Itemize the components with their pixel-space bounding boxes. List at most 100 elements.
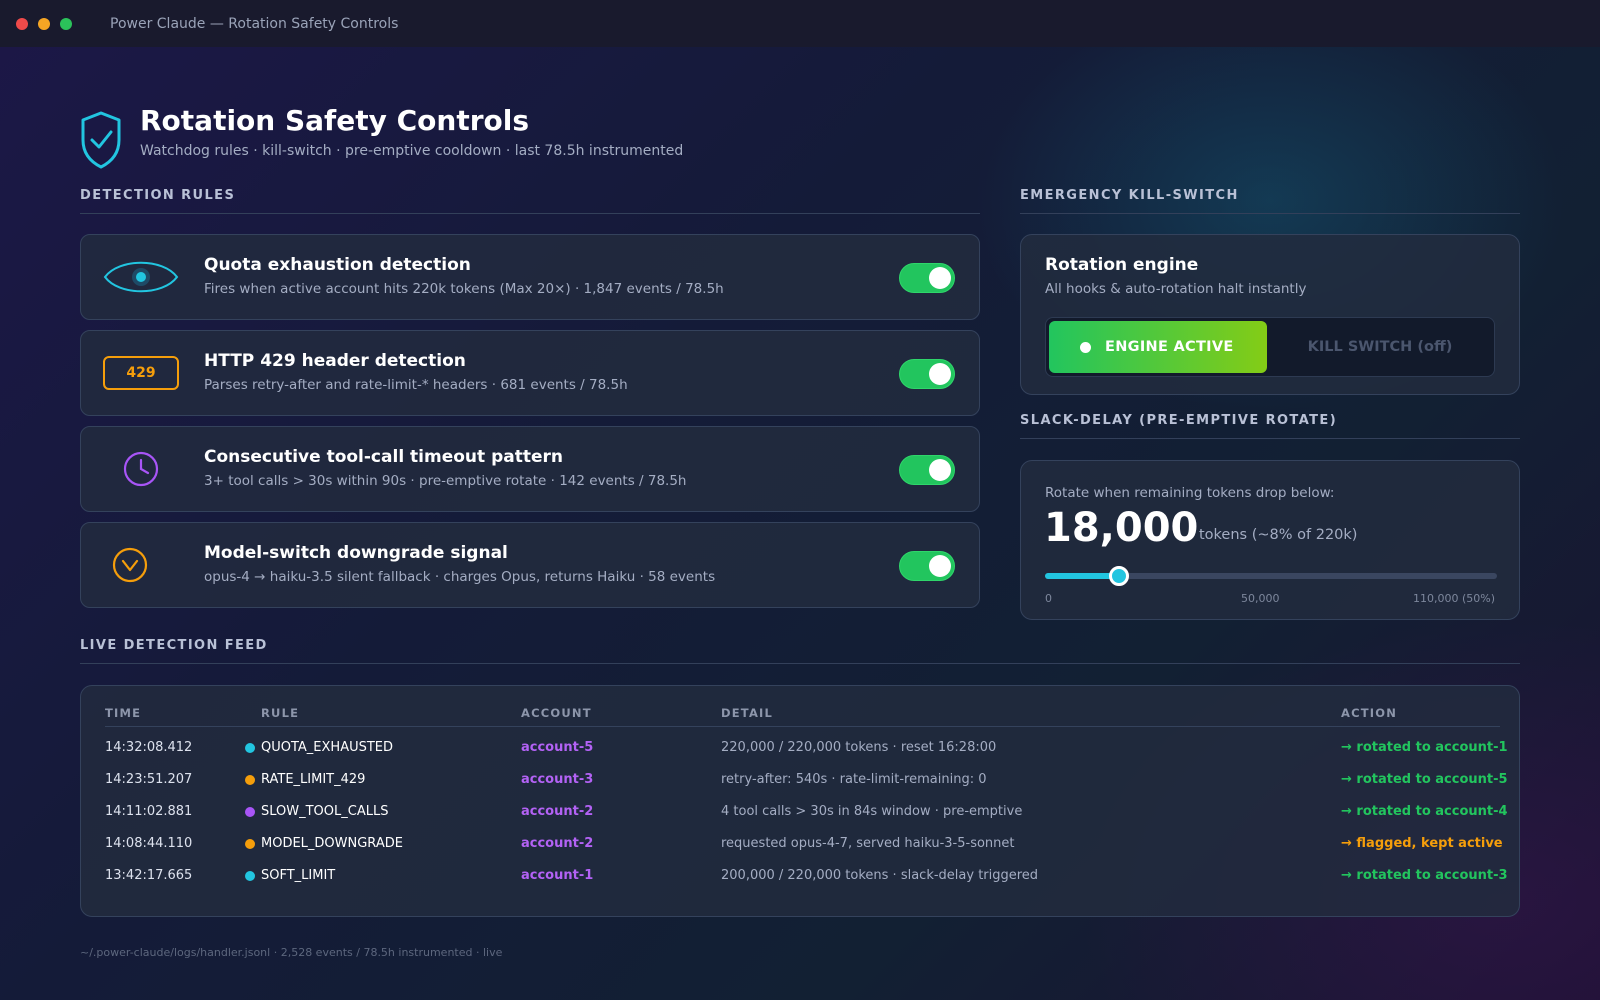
event-account[interactable]: account-1 <box>521 868 593 883</box>
table-row[interactable]: 14:23:51.207 RATE_LIMIT_429 account-3 re… <box>105 768 1515 792</box>
slack-delay-heading: SLACK-DELAY (PRE-EMPTIVE ROTATE) <box>1020 413 1338 428</box>
table-row[interactable]: 14:11:02.881 SLOW_TOOL_CALLS account-2 4… <box>105 800 1515 824</box>
page-subtitle: Watchdog rules · kill-switch · pre-empti… <box>140 143 684 159</box>
rule-dot-icon <box>245 839 255 849</box>
rule-name: Quota exhaustion detection <box>204 255 471 275</box>
status-code-badge: 429 <box>103 343 179 403</box>
toggle-knob <box>929 555 951 577</box>
clock-icon <box>103 439 179 499</box>
minimize-window-button[interactable] <box>38 18 50 30</box>
status-dot-icon <box>1080 341 1091 353</box>
kill-switch-panel: Rotation engine All hooks & auto-rotatio… <box>1020 234 1520 395</box>
section-divider <box>1020 213 1520 214</box>
event-time: 14:32:08.412 <box>105 740 193 755</box>
event-action: → rotated to account-4 <box>1341 804 1508 819</box>
timeout-rule-toggle[interactable] <box>899 455 955 485</box>
slack-delay-panel: Rotate when remaining tokens drop below:… <box>1020 460 1520 620</box>
event-rule: SOFT_LIMIT <box>261 868 336 883</box>
chevron-down-circle-icon <box>103 535 179 595</box>
rule-card-downgrade: Model-switch downgrade signal opus-4 → h… <box>80 522 980 608</box>
slack-slider-thumb[interactable] <box>1108 566 1129 586</box>
slider-tick-mid: 50,000 <box>1241 592 1280 605</box>
rule-dot-icon <box>245 871 255 881</box>
rule-card-timeout: Consecutive tool-call timeout pattern 3+… <box>80 426 980 512</box>
event-rule: MODEL_DOWNGRADE <box>261 836 403 851</box>
rule-description: 3+ tool calls > 30s within 90s · pre-emp… <box>204 473 687 489</box>
rule-name: Consecutive tool-call timeout pattern <box>204 447 563 467</box>
event-action: → rotated to account-5 <box>1341 772 1508 787</box>
log-path-footer: ~/.power-claude/logs/handler.jsonl · 2,5… <box>80 946 503 959</box>
maximize-window-button[interactable] <box>60 18 72 30</box>
close-window-button[interactable] <box>16 18 28 30</box>
column-header-action: ACTION <box>1341 706 1398 720</box>
table-row[interactable]: 14:32:08.412 QUOTA_EXHAUSTED account-5 2… <box>105 736 1515 760</box>
kill-switch-option[interactable]: KILL SWITCH (off) <box>1267 321 1493 373</box>
http-429-rule-toggle[interactable] <box>899 359 955 389</box>
section-divider <box>1020 438 1520 439</box>
column-header-rule: RULE <box>261 706 300 720</box>
event-time: 14:23:51.207 <box>105 772 193 787</box>
toggle-knob <box>929 363 951 385</box>
kill-switch-heading: EMERGENCY KILL-SWITCH <box>1020 188 1239 203</box>
eye-icon <box>103 247 179 307</box>
event-account[interactable]: account-3 <box>521 772 593 787</box>
rule-dot-icon <box>245 775 255 785</box>
http-429-badge: 429 <box>103 356 179 390</box>
event-account[interactable]: account-2 <box>521 836 593 851</box>
toggle-knob <box>929 459 951 481</box>
event-action: → flagged, kept active <box>1341 836 1503 851</box>
slack-threshold-unit: tokens (~8% of 220k) <box>1199 527 1358 543</box>
slider-tick-max: 110,000 (50%) <box>1412 592 1495 605</box>
event-time: 13:42:17.665 <box>105 868 193 883</box>
event-rule: RATE_LIMIT_429 <box>261 772 366 787</box>
rule-description: Parses retry-after and rate-limit-* head… <box>204 377 628 393</box>
event-detail: 200,000 / 220,000 tokens · slack-delay t… <box>721 868 1039 883</box>
slack-slider-fill <box>1045 573 1119 579</box>
event-account[interactable]: account-5 <box>521 740 593 755</box>
slack-threshold-label: Rotate when remaining tokens drop below: <box>1045 485 1335 501</box>
rule-dot-icon <box>245 807 255 817</box>
table-row[interactable]: 13:42:17.665 SOFT_LIMIT account-1 200,00… <box>105 864 1515 888</box>
rule-description: opus-4 → haiku-3.5 silent fallback · cha… <box>204 569 716 585</box>
window-title: Power Claude — Rotation Safety Controls <box>110 16 399 32</box>
event-time: 14:11:02.881 <box>105 804 193 819</box>
engine-subtitle: All hooks & auto-rotation halt instantly <box>1045 281 1307 297</box>
event-rule: QUOTA_EXHAUSTED <box>261 740 394 755</box>
rule-dot-icon <box>245 743 255 753</box>
detection-rules-heading: DETECTION RULES <box>80 188 236 203</box>
event-detail: retry-after: 540s · rate-limit-remaining… <box>721 772 987 787</box>
shield-check-icon <box>81 111 121 169</box>
slider-tick-min: 0 <box>1045 592 1052 605</box>
live-feed-heading: LIVE DETECTION FEED <box>80 638 268 653</box>
rule-card-http-429: 429 HTTP 429 header detection Parses ret… <box>80 330 980 416</box>
engine-title: Rotation engine <box>1045 255 1199 275</box>
column-header-account: ACCOUNT <box>521 706 592 720</box>
section-divider <box>80 213 980 214</box>
live-feed-panel: TIME RULE ACCOUNT DETAIL ACTION 14:32:08… <box>80 685 1520 917</box>
toggle-knob <box>929 267 951 289</box>
engine-kill-switch-segmented-control: ENGINE ACTIVE KILL SWITCH (off) <box>1045 317 1495 377</box>
rule-name: HTTP 429 header detection <box>204 351 466 371</box>
slack-threshold-value: 18,000 <box>1044 505 1199 551</box>
column-header-time: TIME <box>105 706 142 720</box>
event-time: 14:08:44.110 <box>105 836 193 851</box>
quota-rule-toggle[interactable] <box>899 263 955 293</box>
rule-name: Model-switch downgrade signal <box>204 543 508 563</box>
engine-active-option[interactable]: ENGINE ACTIVE <box>1049 321 1267 373</box>
event-action: → rotated to account-3 <box>1341 868 1508 883</box>
rule-card-quota: Quota exhaustion detection Fires when ac… <box>80 234 980 320</box>
event-detail: 4 tool calls > 30s in 84s window · pre-e… <box>721 804 1023 819</box>
rule-description: Fires when active account hits 220k toke… <box>204 281 724 297</box>
column-header-detail: DETAIL <box>721 706 774 720</box>
event-action: → rotated to account-1 <box>1341 740 1508 755</box>
table-row[interactable]: 14:08:44.110 MODEL_DOWNGRADE account-2 r… <box>105 832 1515 856</box>
engine-active-label: ENGINE ACTIVE <box>1105 339 1234 355</box>
slack-slider-track[interactable] <box>1045 566 1497 586</box>
event-account[interactable]: account-2 <box>521 804 593 819</box>
section-divider <box>80 663 1520 664</box>
page-title: Rotation Safety Controls <box>140 104 530 137</box>
event-detail: 220,000 / 220,000 tokens · reset 16:28:0… <box>721 740 997 755</box>
event-detail: requested opus-4-7, served haiku-3-5-son… <box>721 836 1015 851</box>
downgrade-rule-toggle[interactable] <box>899 551 955 581</box>
window-titlebar: Power Claude — Rotation Safety Controls <box>0 0 1600 47</box>
